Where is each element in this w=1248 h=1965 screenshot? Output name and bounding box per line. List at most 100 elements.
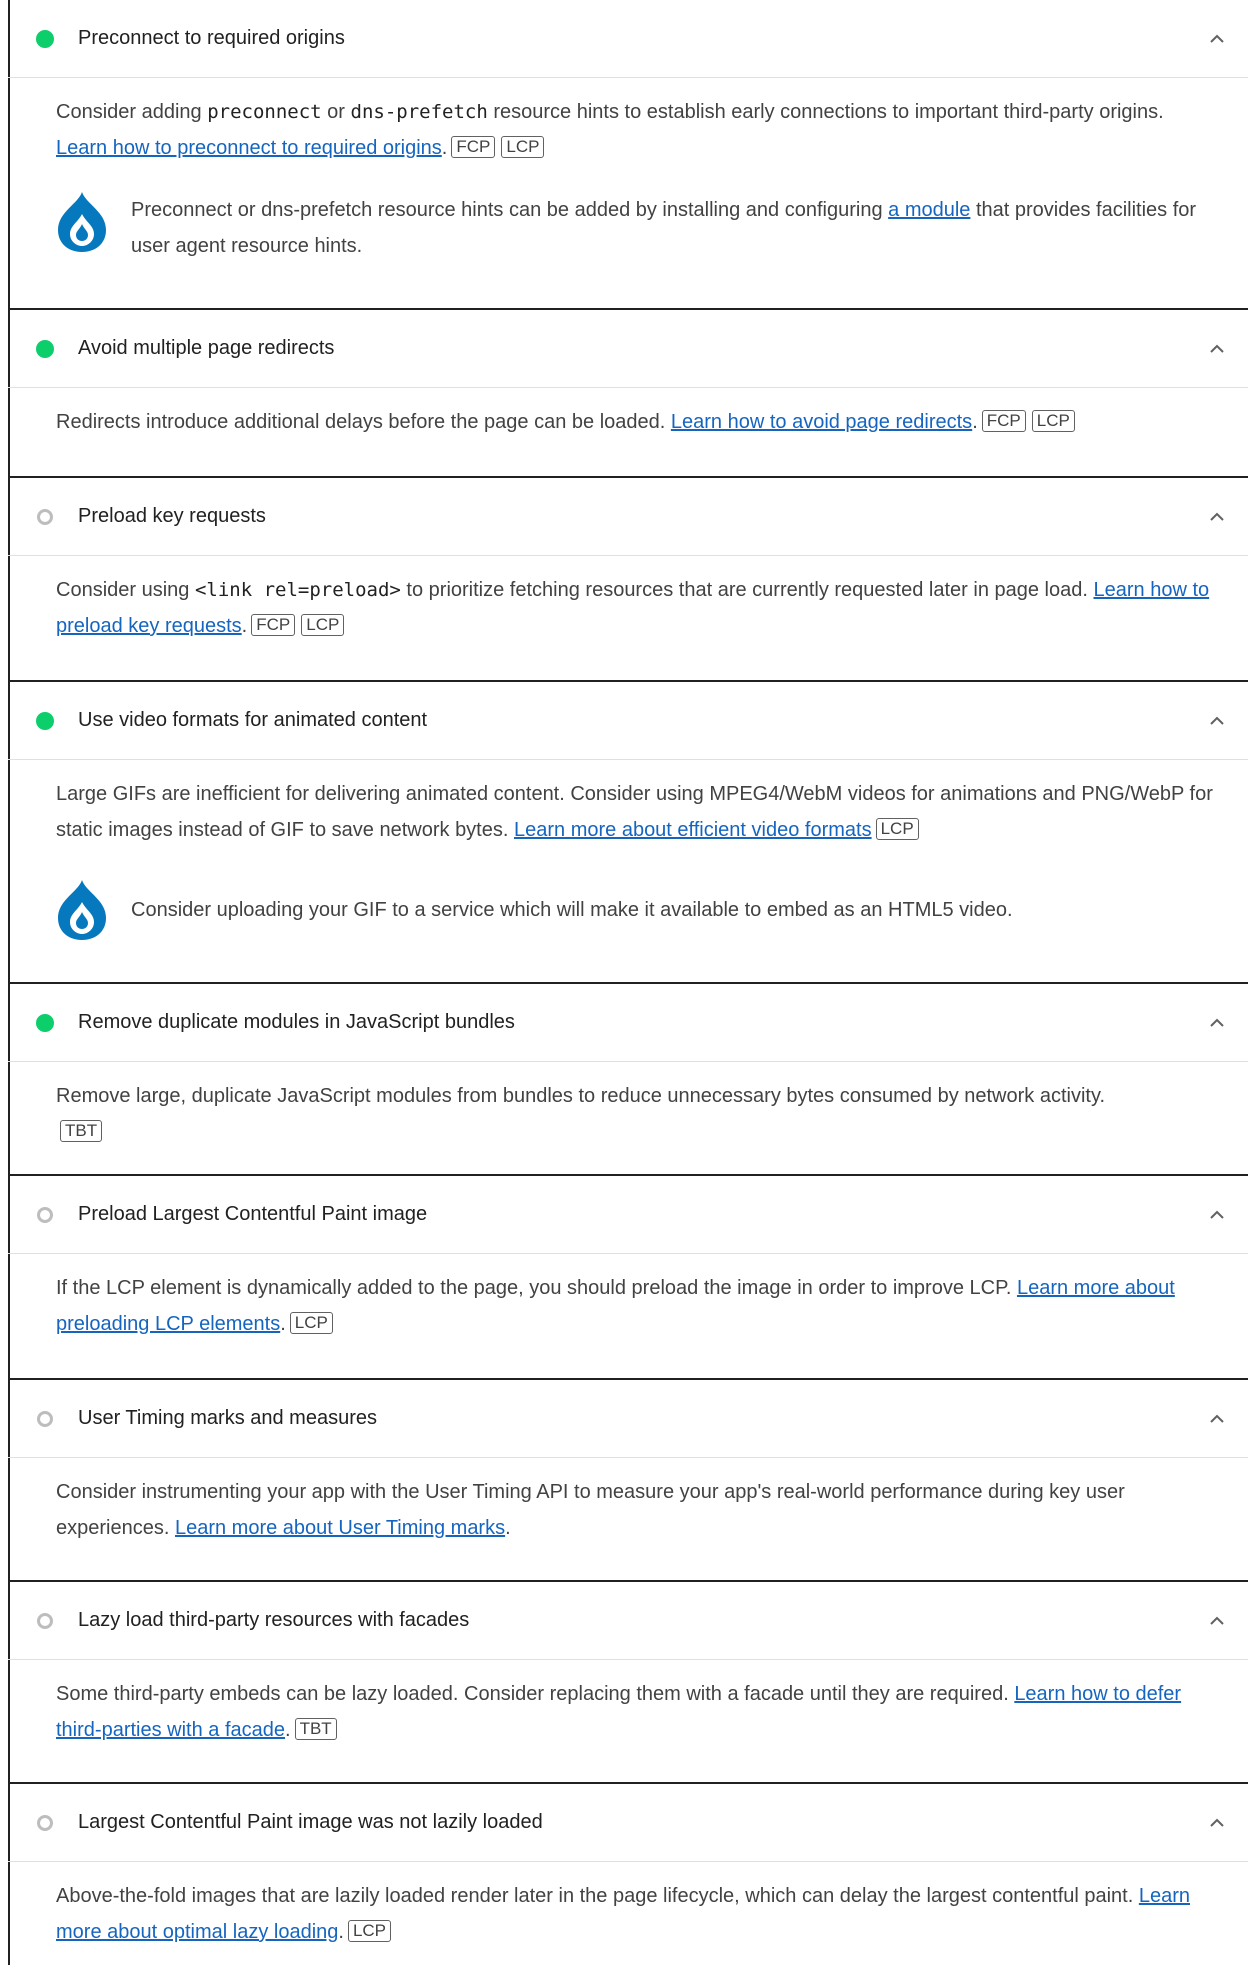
learn-more-link[interactable]: Learn how to preconnect to required orig… [56, 137, 442, 159]
description-text: If the LCP element is dynamically added … [56, 1277, 1017, 1299]
description-text: Redirects introduce additional delays be… [56, 411, 671, 433]
audit-header[interactable]: Largest Contentful Paint image was not l… [8, 1784, 1248, 1862]
audit-body: Large GIFs are inefficient for deliverin… [8, 760, 1248, 946]
audit-description: Large GIFs are inefficient for deliverin… [56, 776, 1218, 848]
metric-tag: LCP [301, 614, 345, 636]
audit-description: Consider adding preconnect or dns-prefet… [56, 94, 1218, 166]
audit-header[interactable]: Lazy load third-party resources with fac… [8, 1582, 1248, 1660]
audit-title: Avoid multiple page redirects [78, 337, 335, 359]
metric-tag: FCP [451, 136, 496, 158]
stack-pack-note: Consider uploading your GIF to a service… [56, 874, 1218, 946]
audit-video-formats: Use video formats for animated content L… [8, 680, 1248, 985]
audit-header[interactable]: Preconnect to required origins [8, 0, 1248, 78]
metric-tag: FCP [251, 614, 296, 636]
audit-header[interactable]: Avoid multiple page redirects [8, 310, 1248, 388]
audit-title: Remove duplicate modules in JavaScript b… [78, 1011, 515, 1033]
description-text: Above-the-fold images that are lazily lo… [56, 1885, 1139, 1907]
audit-description: Consider using <link rel=preload> to pri… [56, 572, 1218, 644]
punctuation: . [505, 1517, 511, 1539]
description-text: Consider adding [56, 101, 208, 123]
audit-header[interactable]: User Timing marks and measures [8, 1380, 1248, 1458]
description-text: resource hints to establish early connec… [487, 101, 1164, 123]
punctuation: . [285, 1719, 291, 1741]
audit-body: Consider instrumenting your app with the… [8, 1458, 1248, 1546]
audit-user-timing: User Timing marks and measures Consider … [8, 1378, 1248, 1582]
metric-tag: LCP [289, 1312, 333, 1334]
metric-tag: LCP [875, 818, 919, 840]
chevron-up-icon[interactable] [1208, 1017, 1226, 1029]
audit-body: Consider adding preconnect or dns-prefet… [8, 78, 1248, 264]
audit-body: Redirects introduce additional delays be… [8, 388, 1248, 440]
audit-preload-key-requests: Preload key requests Consider using <lin… [8, 476, 1248, 682]
info-indicator-icon [37, 1612, 53, 1629]
chevron-up-icon[interactable] [1208, 343, 1226, 355]
chevron-up-icon[interactable] [1208, 1413, 1226, 1425]
chevron-up-icon[interactable] [1208, 511, 1226, 523]
audit-body: Remove large, duplicate JavaScript modul… [8, 1062, 1248, 1150]
punctuation: . [241, 615, 248, 637]
audit-title: Largest Contentful Paint image was not l… [78, 1811, 543, 1833]
audit-third-party-facades: Lazy load third-party resources with fac… [8, 1580, 1248, 1784]
audit-preload-lcp-image: Preload Largest Contentful Paint image I… [8, 1174, 1248, 1380]
audit-description: If the LCP element is dynamically added … [56, 1270, 1218, 1342]
audit-body: Above-the-fold images that are lazily lo… [8, 1862, 1248, 1950]
audit-title: User Timing marks and measures [78, 1407, 377, 1429]
audit-preconnect: Preconnect to required origins Consider … [8, 0, 1248, 310]
metric-tag: LCP [501, 136, 545, 158]
metric-tag: LCP [347, 1920, 392, 1942]
pass-indicator-icon [36, 1013, 54, 1032]
drupal-icon [58, 880, 106, 940]
info-indicator-icon [37, 508, 53, 525]
description-text: to prioritize fetching resources that ar… [400, 579, 1094, 601]
audit-header[interactable]: Preload key requests [8, 478, 1248, 556]
description-text: or [321, 101, 351, 123]
punctuation: . [338, 1921, 344, 1943]
code-snippet: <link rel=preload> [194, 579, 401, 601]
description-text: Some third-party embeds can be lazy load… [56, 1683, 1015, 1705]
audit-lcp-lazy-loaded: Largest Contentful Paint image was not l… [8, 1782, 1248, 1965]
stack-pack-text: Preconnect or dns-prefetch resource hint… [131, 199, 889, 221]
pass-indicator-icon [36, 711, 54, 730]
audit-description: Remove large, duplicate JavaScript modul… [56, 1078, 1218, 1150]
chevron-up-icon[interactable] [1208, 715, 1226, 727]
learn-more-link[interactable]: Learn more about efficient video formats [514, 819, 872, 841]
audit-description: Redirects introduce additional delays be… [56, 404, 1218, 440]
audit-header[interactable]: Preload Largest Contentful Paint image [8, 1176, 1248, 1254]
learn-more-link[interactable]: Learn how to avoid page redirects [671, 411, 972, 433]
description-text: Remove large, duplicate JavaScript modul… [56, 1085, 1106, 1107]
audit-description: Consider instrumenting your app with the… [56, 1474, 1218, 1546]
audit-title: Lazy load third-party resources with fac… [78, 1609, 470, 1631]
audit-header[interactable]: Remove duplicate modules in JavaScript b… [8, 984, 1248, 1062]
audit-redirects: Avoid multiple page redirects Redirects … [8, 308, 1248, 478]
stack-pack-note: Preconnect or dns-prefetch resource hint… [56, 192, 1218, 264]
description-text: Consider using [56, 579, 195, 601]
audit-title: Preload key requests [78, 505, 266, 527]
info-indicator-icon [37, 1410, 53, 1427]
audit-description: Above-the-fold images that are lazily lo… [56, 1878, 1218, 1950]
punctuation: . [441, 137, 448, 159]
metric-tag: FCP [981, 410, 1026, 432]
punctuation: . [972, 411, 978, 433]
module-link[interactable]: a module [888, 199, 970, 221]
audit-header[interactable]: Use video formats for animated content [8, 682, 1248, 760]
chevron-up-icon[interactable] [1208, 1615, 1226, 1627]
chevron-up-icon[interactable] [1208, 1817, 1226, 1829]
chevron-up-icon[interactable] [1208, 1209, 1226, 1221]
pass-indicator-icon [36, 29, 54, 48]
pass-indicator-icon [36, 339, 54, 358]
audit-body: Consider using <link rel=preload> to pri… [8, 556, 1248, 644]
metric-tag: LCP [1031, 410, 1075, 432]
audit-title: Preconnect to required origins [78, 27, 345, 49]
punctuation: . [280, 1313, 286, 1335]
info-indicator-icon [37, 1814, 53, 1831]
metric-tag: TBT [294, 1718, 337, 1740]
code-snippet: preconnect [207, 101, 322, 123]
chevron-up-icon[interactable] [1208, 33, 1226, 45]
learn-more-link[interactable]: Learn more about User Timing marks [175, 1517, 505, 1539]
info-indicator-icon [37, 1206, 53, 1223]
audit-body: Some third-party embeds can be lazy load… [8, 1660, 1248, 1748]
stack-pack-text: Consider uploading your GIF to a service… [131, 899, 1013, 921]
audit-title: Use video formats for animated content [78, 709, 428, 731]
metric-tag: TBT [60, 1120, 103, 1142]
audit-duplicate-modules: Remove duplicate modules in JavaScript b… [8, 982, 1248, 1178]
